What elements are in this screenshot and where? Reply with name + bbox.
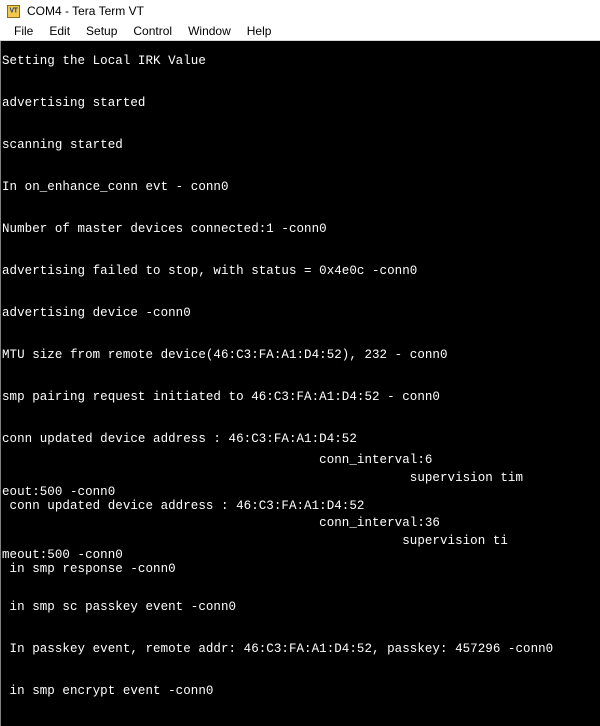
terminal-line: conn_interval:6 <box>2 453 433 467</box>
terminal-vt-icon: VT <box>7 4 20 18</box>
terminal-line: conn updated device address : 46:C3:FA:A… <box>2 499 365 513</box>
terminal-line: supervision tim <box>2 471 524 485</box>
menu-item-help[interactable]: Help <box>239 23 280 39</box>
terminal-line: in smp sc passkey event -conn0 <box>2 600 237 614</box>
terminal-line: scanning started <box>2 138 123 152</box>
terminal-screen: Setting the Local IRK Value advertising … <box>1 41 600 726</box>
terminal-line: In passkey event, remote addr: 46:C3:FA:… <box>2 642 554 656</box>
terminal-output-area[interactable]: Setting the Local IRK Value advertising … <box>0 41 600 726</box>
terminal-line: MTU size from remote device(46:C3:FA:A1:… <box>2 348 448 362</box>
terminal-line: conn updated device address : 46:C3:FA:A… <box>2 432 357 446</box>
terminal-line: meout:500 -conn0 <box>2 548 123 562</box>
menu-bar: File Edit Setup Control Window Help <box>0 22 600 41</box>
terminal-line: Number of master devices connected:1 -co… <box>2 222 327 236</box>
terminal-line: advertising failed to stop, with status … <box>2 264 418 278</box>
title-bar: VT COM4 - Tera Term VT <box>0 0 600 22</box>
terminal-line: smp pairing request initiated to 46:C3:F… <box>2 390 440 404</box>
terminal-line: Setting the Local IRK Value <box>2 54 206 68</box>
tera-term-window: VT COM4 - Tera Term VT File Edit Setup C… <box>0 0 600 726</box>
menu-item-file[interactable]: File <box>6 23 41 39</box>
terminal-line: advertising device -conn0 <box>2 306 191 320</box>
terminal-line: conn_interval:36 <box>2 516 440 530</box>
terminal-line: advertising started <box>2 96 146 110</box>
terminal-vt-icon-label: VT <box>9 7 18 14</box>
menu-item-window[interactable]: Window <box>180 23 239 39</box>
terminal-line: supervision ti <box>2 534 508 548</box>
terminal-line: eout:500 -conn0 <box>2 485 116 499</box>
window-title: COM4 - Tera Term VT <box>27 4 144 18</box>
menu-item-setup[interactable]: Setup <box>78 23 125 39</box>
terminal-line: in smp response -conn0 <box>2 562 176 576</box>
menu-item-control[interactable]: Control <box>125 23 180 39</box>
terminal-line: in smp encrypt event -conn0 <box>2 684 214 698</box>
terminal-line: In on_enhance_conn evt - conn0 <box>2 180 229 194</box>
menu-item-edit[interactable]: Edit <box>41 23 78 39</box>
